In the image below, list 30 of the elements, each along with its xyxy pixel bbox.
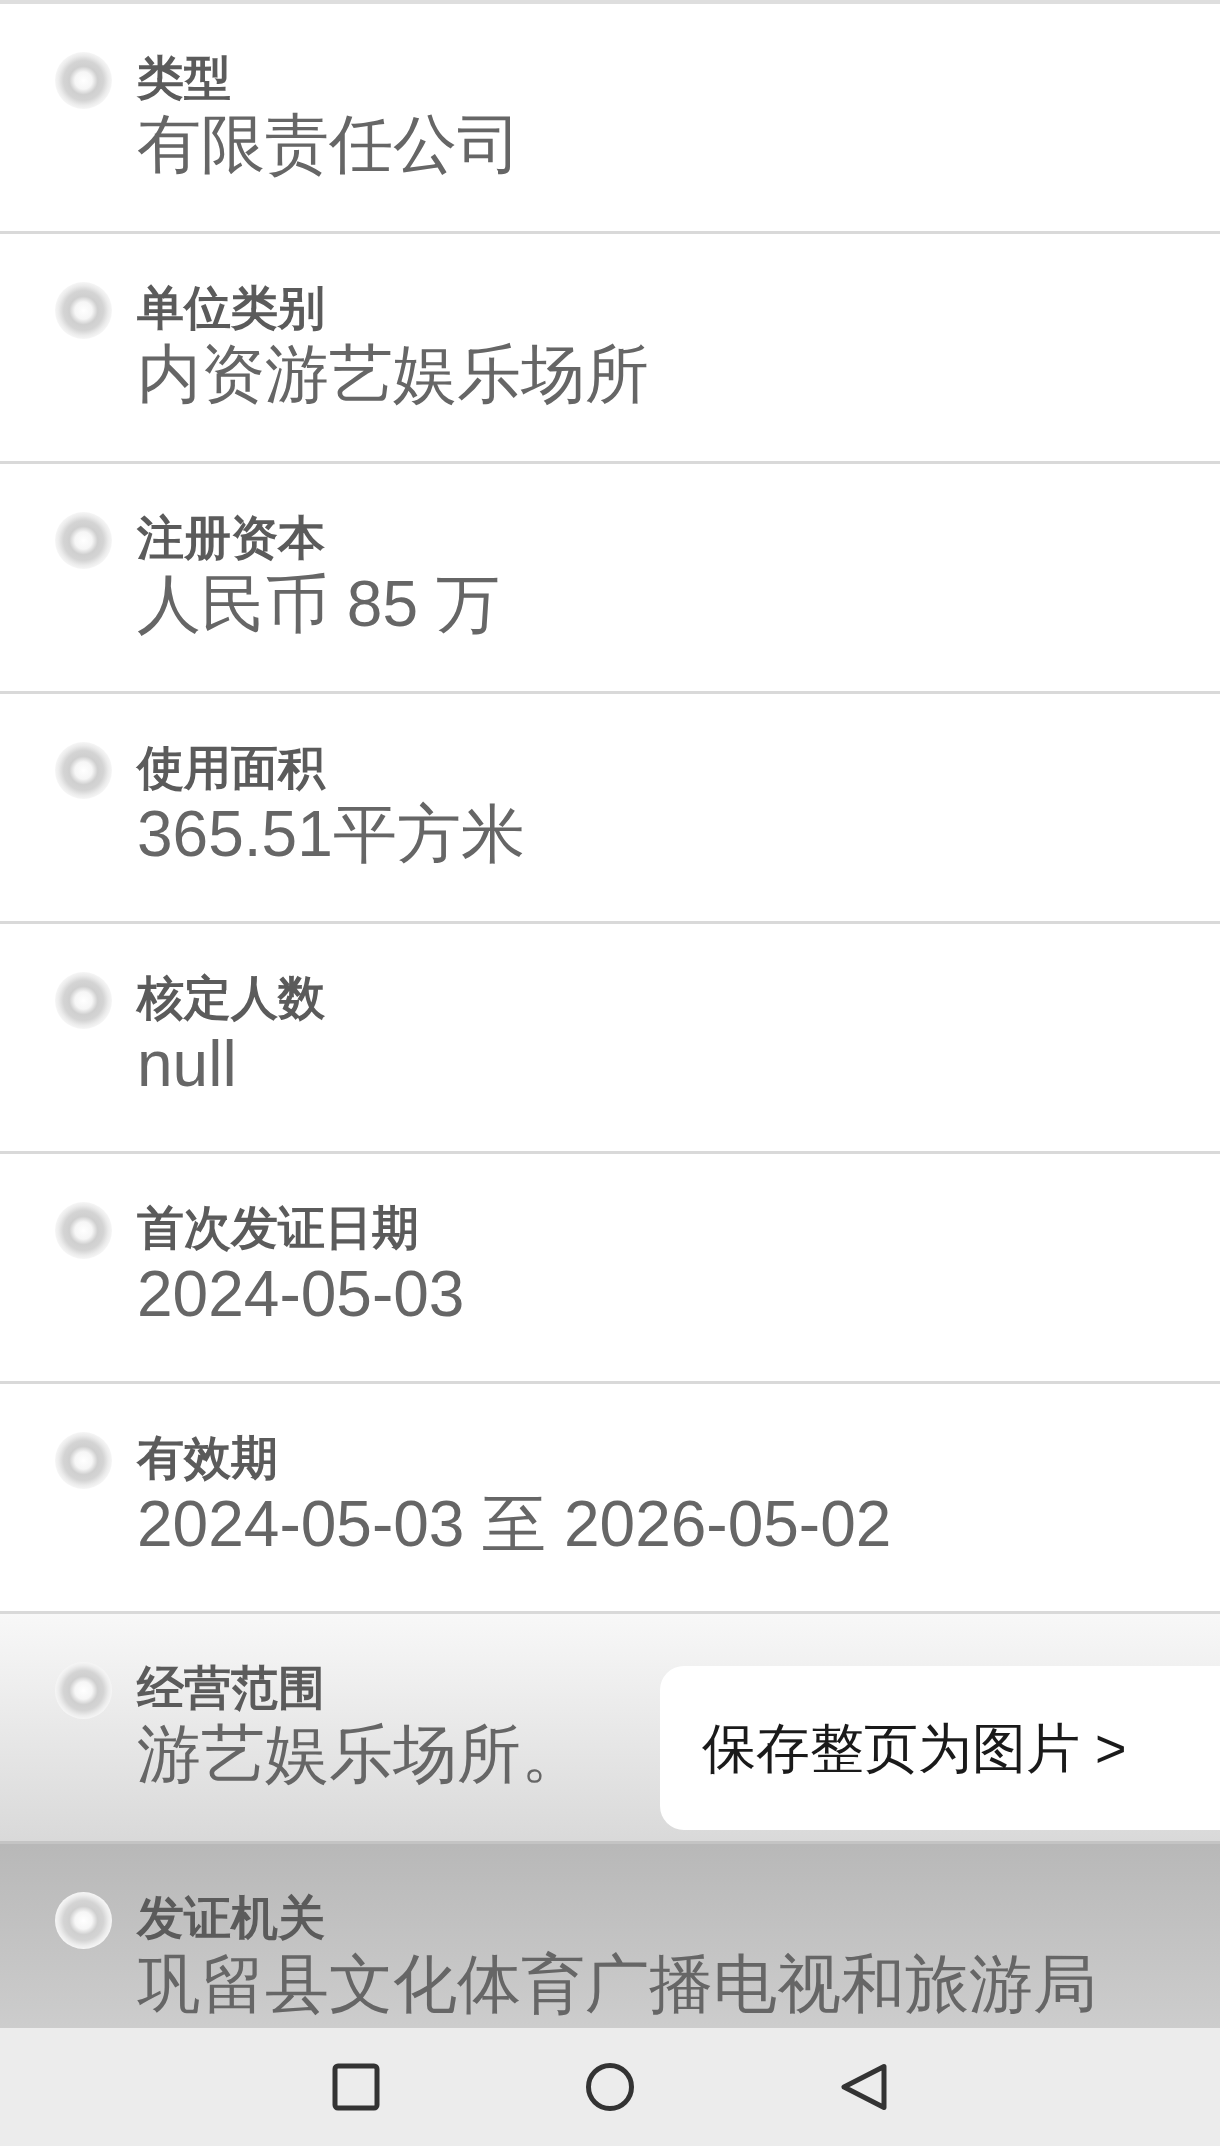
ring-bullet-icon	[55, 1432, 112, 1489]
field-value: 游艺娱乐场所。	[137, 1717, 585, 1792]
home-circle-icon[interactable]	[586, 2063, 634, 2111]
save-page-as-image-button[interactable]: 保存整页为图片 >	[660, 1666, 1220, 1830]
field-value: 人民币 85 万	[137, 567, 500, 642]
field-label: 注册资本	[137, 510, 325, 566]
field-value: 巩留县文化体育广播电视和旅游局	[137, 1947, 1097, 2022]
ring-bullet-icon	[55, 742, 112, 799]
field-value: 有限责任公司	[137, 107, 521, 182]
ring-bullet-icon	[55, 1202, 112, 1259]
field-label: 单位类别	[137, 280, 325, 336]
back-triangle-icon[interactable]	[840, 2063, 888, 2111]
ring-bullet-icon	[55, 282, 112, 339]
field-value: 2024-05-03	[137, 1257, 465, 1332]
field-label: 首次发证日期	[137, 1200, 419, 1256]
ring-bullet-icon	[55, 972, 112, 1029]
field-label: 有效期	[137, 1430, 278, 1486]
field-label: 发证机关	[137, 1890, 325, 1946]
recent-apps-square-icon[interactable]	[332, 2063, 380, 2111]
ring-bullet-icon	[55, 512, 112, 569]
field-value: 365.51平方米	[137, 797, 525, 872]
field-value: 2024-05-03 至 2026-05-02	[137, 1487, 892, 1562]
ring-bullet-icon	[55, 52, 112, 109]
ring-bullet-icon	[55, 1892, 112, 1949]
field-label: 核定人数	[137, 970, 325, 1026]
field-value: null	[137, 1027, 237, 1102]
field-label: 经营范围	[137, 1660, 325, 1716]
field-value: 内资游艺娱乐场所	[137, 337, 649, 412]
field-label: 类型	[137, 50, 231, 106]
field-label: 使用面积	[137, 740, 325, 796]
